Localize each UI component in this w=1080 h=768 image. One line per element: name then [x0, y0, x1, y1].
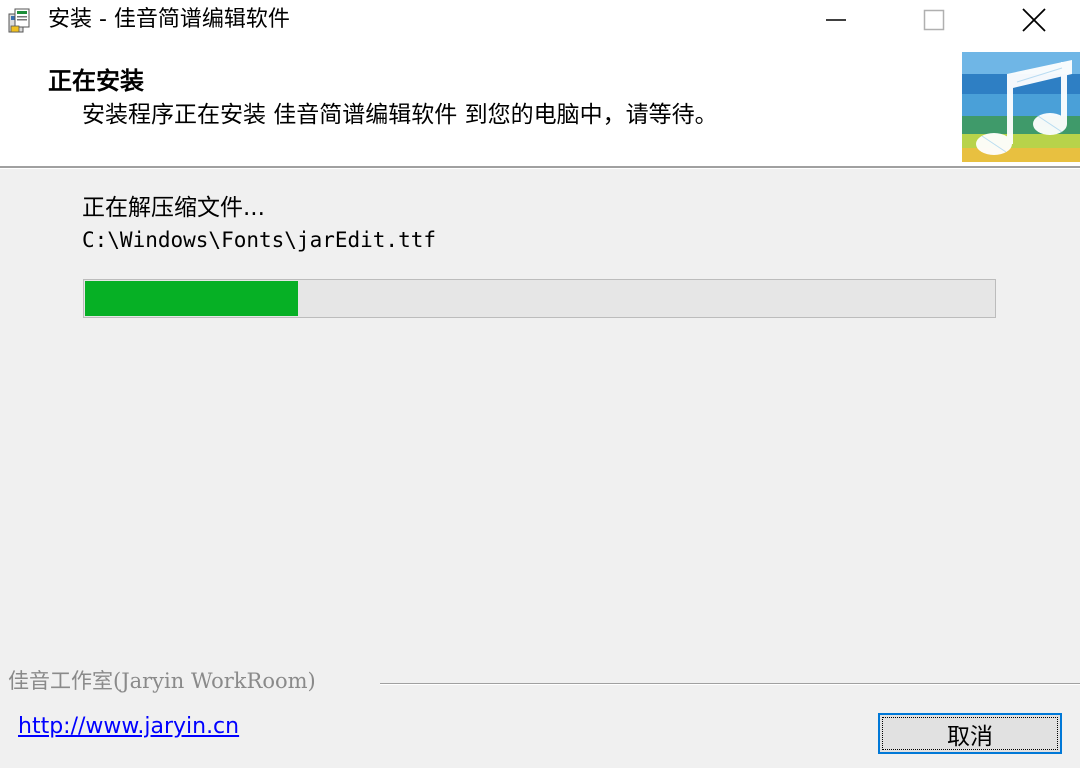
title-bar: 安装 - 佳音简谱编辑软件 [0, 0, 1080, 40]
music-note-banner [962, 52, 1080, 162]
wizard-header: 正在安装 安装程序正在安装 佳音简谱编辑软件 到您的电脑中，请等待。 [0, 40, 1080, 166]
cancel-button[interactable]: 取消 [878, 713, 1062, 754]
window-title: 安装 - 佳音简谱编辑软件 [48, 7, 290, 32]
current-file-path: C:\Windows\Fonts\jarEdit.ttf [82, 228, 437, 252]
progress-fill [85, 281, 298, 316]
page-subtitle: 安装程序正在安装 佳音简谱编辑软件 到您的电脑中，请等待。 [82, 102, 718, 128]
install-status: 正在解压缩文件... [82, 195, 265, 221]
website-link[interactable]: http://www.jaryin.cn [18, 712, 239, 742]
close-button[interactable] [1002, 0, 1066, 40]
cancel-button-label: 取消 [947, 723, 993, 750]
minimize-icon [826, 19, 846, 21]
brand-label: 佳音工作室(Jaryin WorkRoom) [8, 669, 316, 693]
close-icon [1022, 8, 1046, 32]
install-progress-bar [83, 279, 996, 318]
maximize-icon [923, 9, 945, 31]
page-title: 正在安装 [48, 67, 144, 95]
installer-icon [6, 6, 36, 36]
maximize-button[interactable] [902, 0, 966, 40]
minimize-button[interactable] [804, 0, 868, 40]
